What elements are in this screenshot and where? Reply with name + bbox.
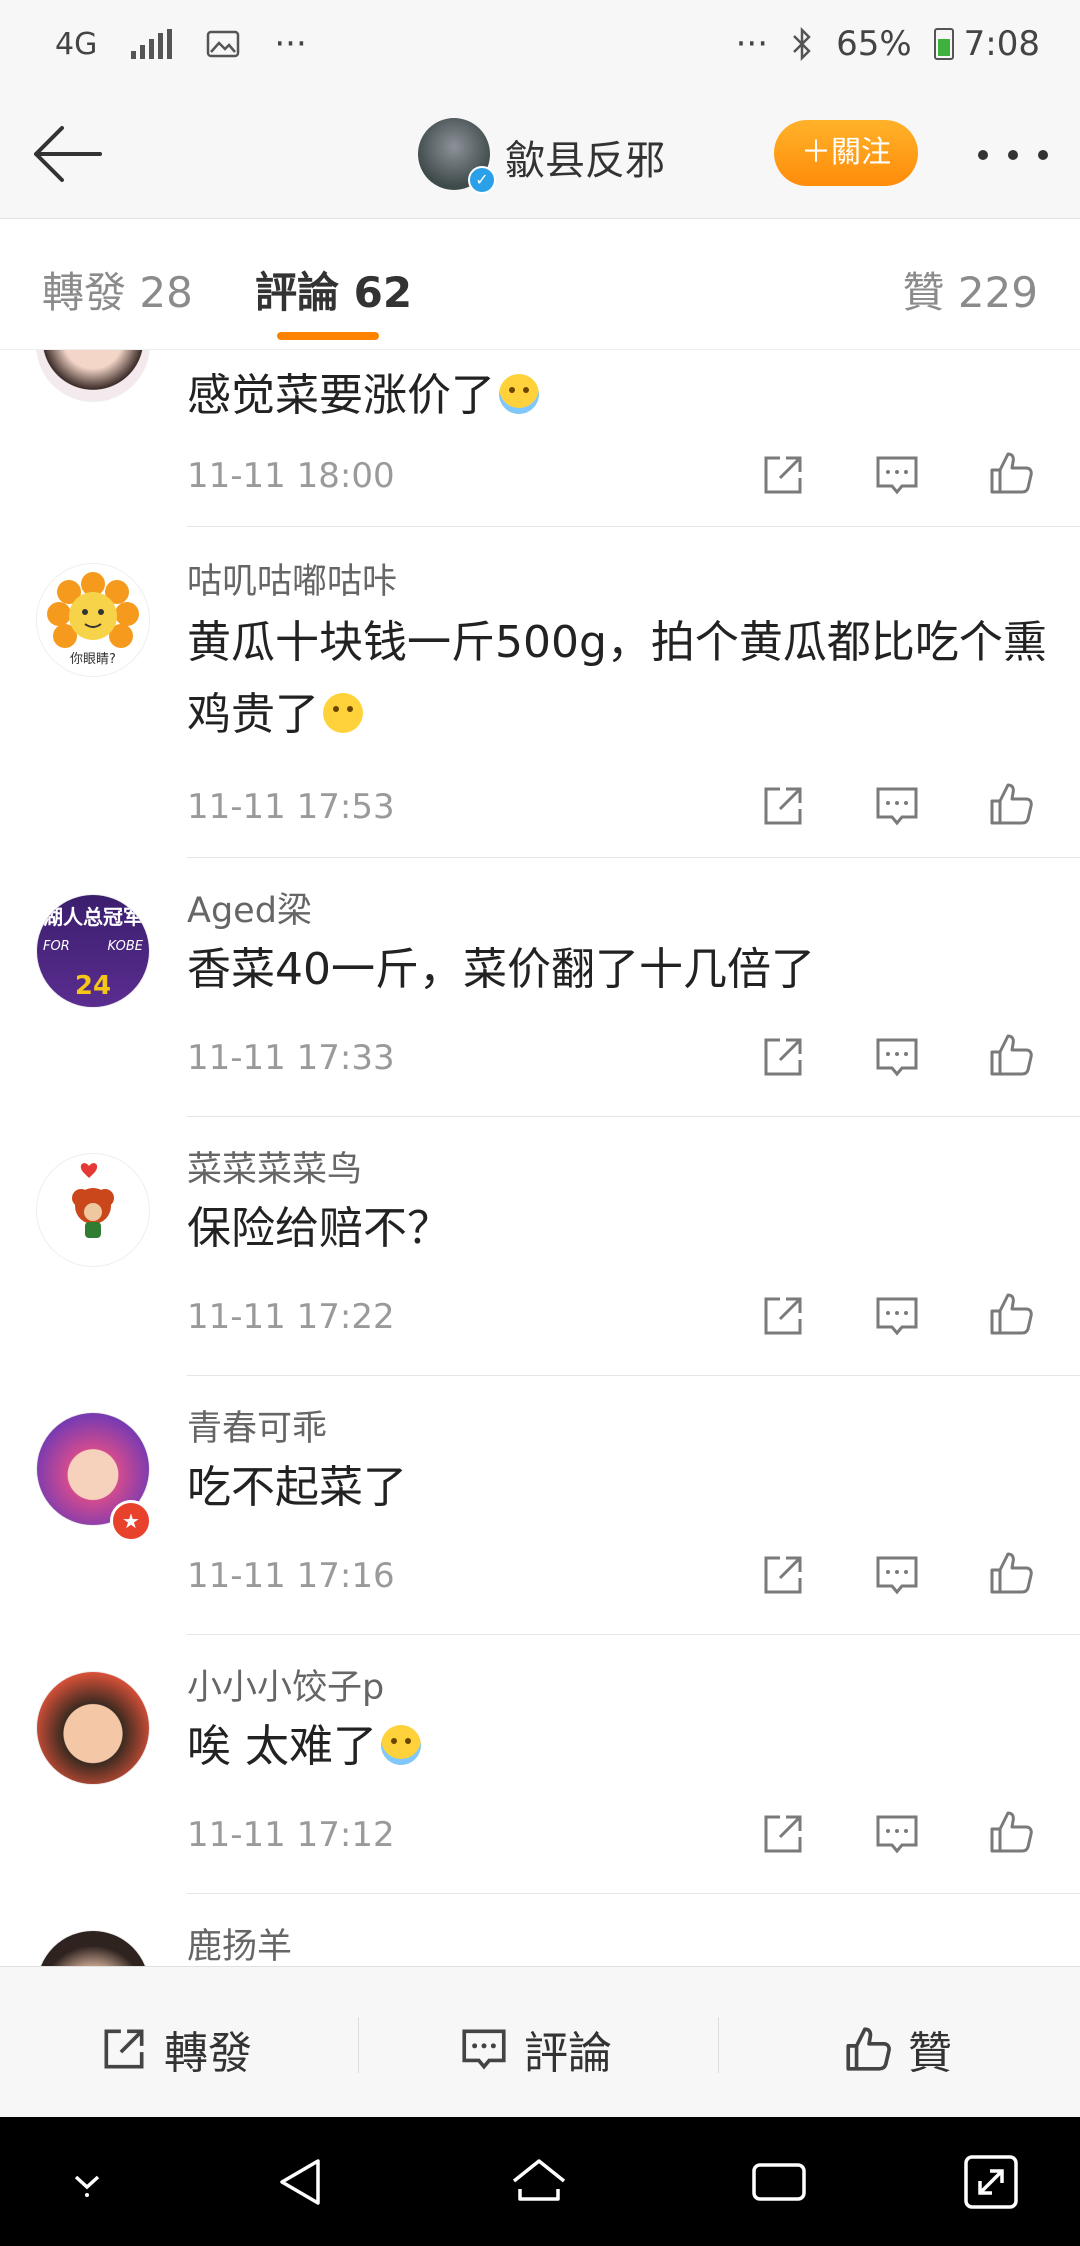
shrug-emoji-icon — [323, 693, 363, 733]
comment-list: 感觉菜要涨价了 11-11 18:00 你眼睛? 咕叽咕嘟咕咔 黄瓜十块钱一斤5… — [0, 350, 1080, 1966]
avatar[interactable] — [36, 350, 150, 402]
avatar[interactable] — [36, 1153, 150, 1267]
avatar-caption: 你眼睛? — [70, 652, 116, 667]
repost-icon — [104, 2029, 144, 2069]
battery-icon — [933, 28, 954, 60]
network-label: 4G — [55, 26, 98, 62]
like-label: 贊 — [908, 2028, 952, 2079]
avatar[interactable] — [36, 1930, 150, 1966]
comment-item: 小小小饺子p 唉 太难了 11-11 17:12 — [0, 1635, 1080, 1893]
avatar-caption: 24 — [74, 971, 112, 1001]
recent-apps-icon[interactable] — [748, 2151, 810, 2213]
thumbs-up-icon[interactable] — [986, 1030, 1036, 1080]
verified-badge-icon: ✓ — [468, 166, 496, 194]
comment-time: 11-11 17:16 — [187, 1556, 395, 1596]
top-header: ✓ 歙县反邪 ＋關注 — [0, 90, 1080, 219]
comment-label: 評論 — [524, 2028, 612, 2079]
avatar[interactable] — [36, 1671, 150, 1785]
back-arrow-icon[interactable] — [28, 122, 108, 186]
thumbs-up-icon[interactable] — [986, 1548, 1036, 1598]
comment-icon — [462, 2029, 506, 2070]
comment-time: 11-11 17:22 — [187, 1297, 395, 1337]
rotate-screen-icon[interactable] — [960, 2151, 1022, 2213]
tab-bar: 轉發 28 評論 62 贊 229 — [0, 219, 1080, 350]
battery-percent: 65% — [836, 24, 912, 64]
repost-icon[interactable] — [758, 1550, 808, 1600]
comment-text: 香菜40一斤，菜价翻了十几倍了 — [187, 944, 815, 995]
username[interactable]: Aged梁 — [187, 882, 312, 933]
comment-time: 11-11 17:53 — [187, 787, 395, 827]
active-tab-indicator — [277, 332, 379, 340]
comment-button[interactable]: 評論 — [458, 2017, 612, 2081]
like-button[interactable]: 贊 — [842, 2017, 952, 2081]
thumbs-up-icon[interactable] — [986, 448, 1036, 498]
account-name[interactable]: 歙县反邪 — [505, 128, 665, 186]
avatar-caption: KOBE — [107, 939, 143, 954]
repost-icon[interactable] — [758, 1032, 808, 1082]
avatar-caption: FOR — [43, 939, 70, 954]
crying-emoji-icon — [381, 1725, 421, 1765]
status-bar: 4G ··· ··· 65% 7:08 — [0, 0, 1080, 90]
thumbs-up-icon — [846, 2027, 891, 2071]
repost-icon[interactable] — [758, 1809, 808, 1859]
comment-item: 你眼睛? 咕叽咕嘟咕咔 黄瓜十块钱一斤500g，拍个黄瓜都比吃个熏鸡贵了 11-… — [0, 527, 1080, 857]
clock: 7:08 — [963, 24, 1040, 64]
bluetooth-icon — [793, 27, 811, 61]
home-nav-icon[interactable] — [508, 2151, 570, 2213]
separator — [718, 2017, 719, 2073]
comment-item: 感觉菜要涨价了 11-11 18:00 — [0, 350, 1080, 526]
more-status-dots: ··· — [735, 24, 769, 64]
notification-dots: ··· — [274, 24, 307, 64]
bottom-action-bar: 轉發 評論 贊 — [0, 1966, 1080, 2118]
username[interactable]: 菜菜菜菜鸟 — [187, 1141, 362, 1192]
more-options-icon[interactable] — [978, 150, 1048, 162]
comment-item: ★ 青春可乖 吃不起菜了 11-11 17:16 — [0, 1376, 1080, 1634]
comment-item: 湖人总冠军 FOR KOBE 24 Aged梁 香菜40一斤，菜价翻了十几倍了 … — [0, 858, 1080, 1116]
comment-icon[interactable] — [872, 1291, 922, 1341]
comment-icon[interactable] — [872, 781, 922, 831]
thumbs-up-icon[interactable] — [986, 1807, 1036, 1857]
comment-text: 吃不起菜了 — [187, 1462, 407, 1513]
crying-laughing-emoji-icon — [499, 374, 539, 414]
avatar-caption: 湖人总冠军 — [43, 905, 143, 929]
comment-item: 菜菜菜菜鸟 保险给赔不？ 11-11 17:22 — [0, 1117, 1080, 1375]
comment-text: 保险给赔不？ — [187, 1203, 451, 1254]
comment-icon[interactable] — [872, 1809, 922, 1859]
verified-member-badge-icon: ★ — [110, 1500, 152, 1542]
repost-icon[interactable] — [758, 1291, 808, 1341]
username[interactable]: 鹿扬羊 — [187, 1918, 292, 1966]
username[interactable]: 青春可乖 — [187, 1400, 327, 1451]
follow-button[interactable]: ＋關注 — [774, 120, 918, 186]
back-nav-icon[interactable] — [270, 2151, 332, 2213]
comment-time: 11-11 17:33 — [187, 1038, 395, 1078]
comment-icon[interactable] — [872, 1550, 922, 1600]
signal-icon — [131, 29, 173, 59]
comment-icon[interactable] — [872, 450, 922, 500]
comment-text: 黄瓜十块钱一斤500g，拍个黄瓜都比吃个熏鸡贵了 — [187, 617, 1047, 740]
gallery-icon — [207, 30, 240, 58]
thumbs-up-icon[interactable] — [986, 1289, 1036, 1339]
avatar[interactable]: 湖人总冠军 FOR KOBE 24 — [36, 894, 150, 1008]
comment-icon[interactable] — [872, 1032, 922, 1082]
comment-item: 鹿扬羊 — [0, 1894, 1080, 1966]
tab-reposts[interactable]: 轉發 28 — [42, 259, 193, 320]
comment-text: 感觉菜要涨价了 — [187, 360, 1047, 432]
separator — [358, 2017, 359, 2073]
avatar[interactable]: 你眼睛? — [36, 563, 150, 677]
tab-likes[interactable]: 贊 229 — [902, 259, 1038, 320]
system-nav-bar — [0, 2117, 1080, 2246]
username[interactable]: 咕叽咕嘟咕咔 — [187, 553, 397, 604]
username[interactable]: 小小小饺子p — [187, 1659, 384, 1710]
repost-button[interactable]: 轉發 — [98, 2017, 252, 2081]
repost-label: 轉發 — [164, 2028, 252, 2079]
hide-keyboard-icon[interactable] — [56, 2151, 118, 2213]
repost-icon[interactable] — [758, 450, 808, 500]
thumbs-up-icon[interactable] — [986, 779, 1036, 829]
tab-comments[interactable]: 評論 62 — [255, 259, 412, 320]
comment-text: 唉 太难了 — [187, 1711, 1047, 1783]
comment-time: 11-11 18:00 — [187, 456, 395, 496]
repost-icon[interactable] — [758, 781, 808, 831]
comment-time: 11-11 17:12 — [187, 1815, 395, 1855]
